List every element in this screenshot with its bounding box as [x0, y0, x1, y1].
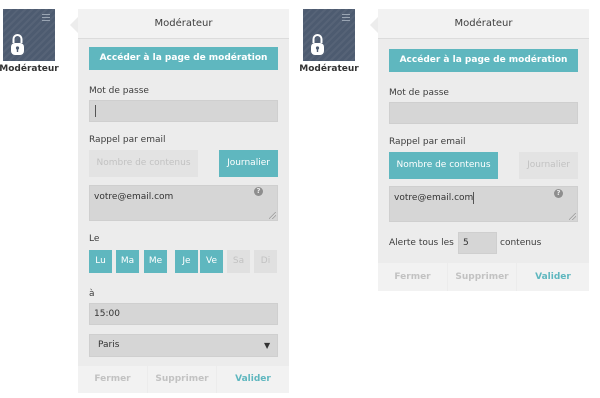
help-icon[interactable]: ?: [554, 189, 563, 198]
email-field[interactable]: votre@email.com: [89, 185, 278, 221]
day-toggle-4[interactable]: Ve: [200, 250, 223, 273]
moderator-tile[interactable]: [303, 9, 355, 61]
timezone-select[interactable]: Paris: [89, 334, 278, 357]
moderator-panel-right: Modérateur Accéder à la page de modérati…: [370, 9, 589, 291]
moderator-label: Modérateur: [0, 64, 59, 74]
lock-icon: [311, 34, 324, 55]
day-toggle-0[interactable]: Lu: [89, 250, 112, 273]
daily-option-button[interactable]: Journalier: [519, 152, 578, 179]
delete-button[interactable]: Supprimer: [148, 366, 216, 393]
close-button[interactable]: Fermer: [378, 263, 447, 291]
resize-grip-icon[interactable]: [269, 212, 276, 219]
moderation-page-button[interactable]: Accéder à la page de modération: [389, 49, 578, 72]
email-value: votre@email.com: [394, 193, 474, 203]
delete-button[interactable]: Supprimer: [448, 263, 516, 291]
day-toggle-2[interactable]: Me: [144, 250, 167, 273]
alert-prefix-label: Alerte tous les: [389, 238, 454, 248]
moderator-panel-left: Modérateur Accéder à la page de modérati…: [70, 9, 289, 393]
day-toggle-5[interactable]: Sa: [227, 250, 250, 273]
email-value: votre@email.com: [94, 192, 174, 202]
alert-suffix-label: contenus: [500, 238, 542, 248]
lock-icon: [11, 34, 24, 55]
dropdown-caret-icon: ▼: [264, 341, 271, 350]
alert-count-input[interactable]: 5: [458, 232, 497, 254]
days-label: Le: [89, 234, 100, 244]
timezone-value: Paris: [98, 340, 120, 350]
resize-grip-icon[interactable]: [569, 213, 576, 220]
validate-button[interactable]: Valider: [217, 366, 289, 393]
help-icon[interactable]: ?: [254, 187, 263, 196]
time-at-label: à: [89, 289, 95, 299]
menu-icon[interactable]: [342, 12, 350, 21]
password-field[interactable]: [89, 100, 278, 122]
day-toggle-6[interactable]: Di: [254, 250, 277, 273]
daily-option-button[interactable]: Journalier: [219, 150, 278, 177]
password-label: Mot de passe: [89, 86, 149, 96]
panel-title: Modérateur: [78, 9, 289, 39]
moderator-label: Modérateur: [299, 64, 359, 74]
password-field[interactable]: [389, 102, 578, 124]
panel-pointer: [70, 17, 78, 33]
time-field[interactable]: 15:00: [89, 303, 278, 325]
text-cursor: [473, 192, 474, 204]
email-field[interactable]: votre@email.com: [389, 186, 578, 222]
menu-icon[interactable]: [42, 12, 50, 21]
password-label: Mot de passe: [389, 88, 449, 98]
panel-pointer: [370, 17, 378, 33]
close-button[interactable]: Fermer: [78, 366, 147, 393]
text-cursor: [95, 105, 96, 117]
alert-count-value: 5: [463, 238, 469, 248]
time-value: 15:00: [94, 309, 120, 319]
email-reminder-label: Rappel par email: [389, 137, 466, 147]
email-reminder-label: Rappel par email: [89, 135, 166, 145]
panel-title: Modérateur: [378, 9, 589, 39]
moderator-tile[interactable]: [3, 9, 55, 61]
day-toggle-1[interactable]: Ma: [116, 250, 139, 273]
count-option-button[interactable]: Nombre de contenus: [89, 150, 198, 177]
count-option-button[interactable]: Nombre de contenus: [389, 152, 498, 179]
day-toggle-3[interactable]: Je: [175, 250, 198, 273]
validate-button[interactable]: Valider: [517, 263, 589, 291]
moderation-page-button[interactable]: Accéder à la page de modération: [89, 47, 278, 70]
